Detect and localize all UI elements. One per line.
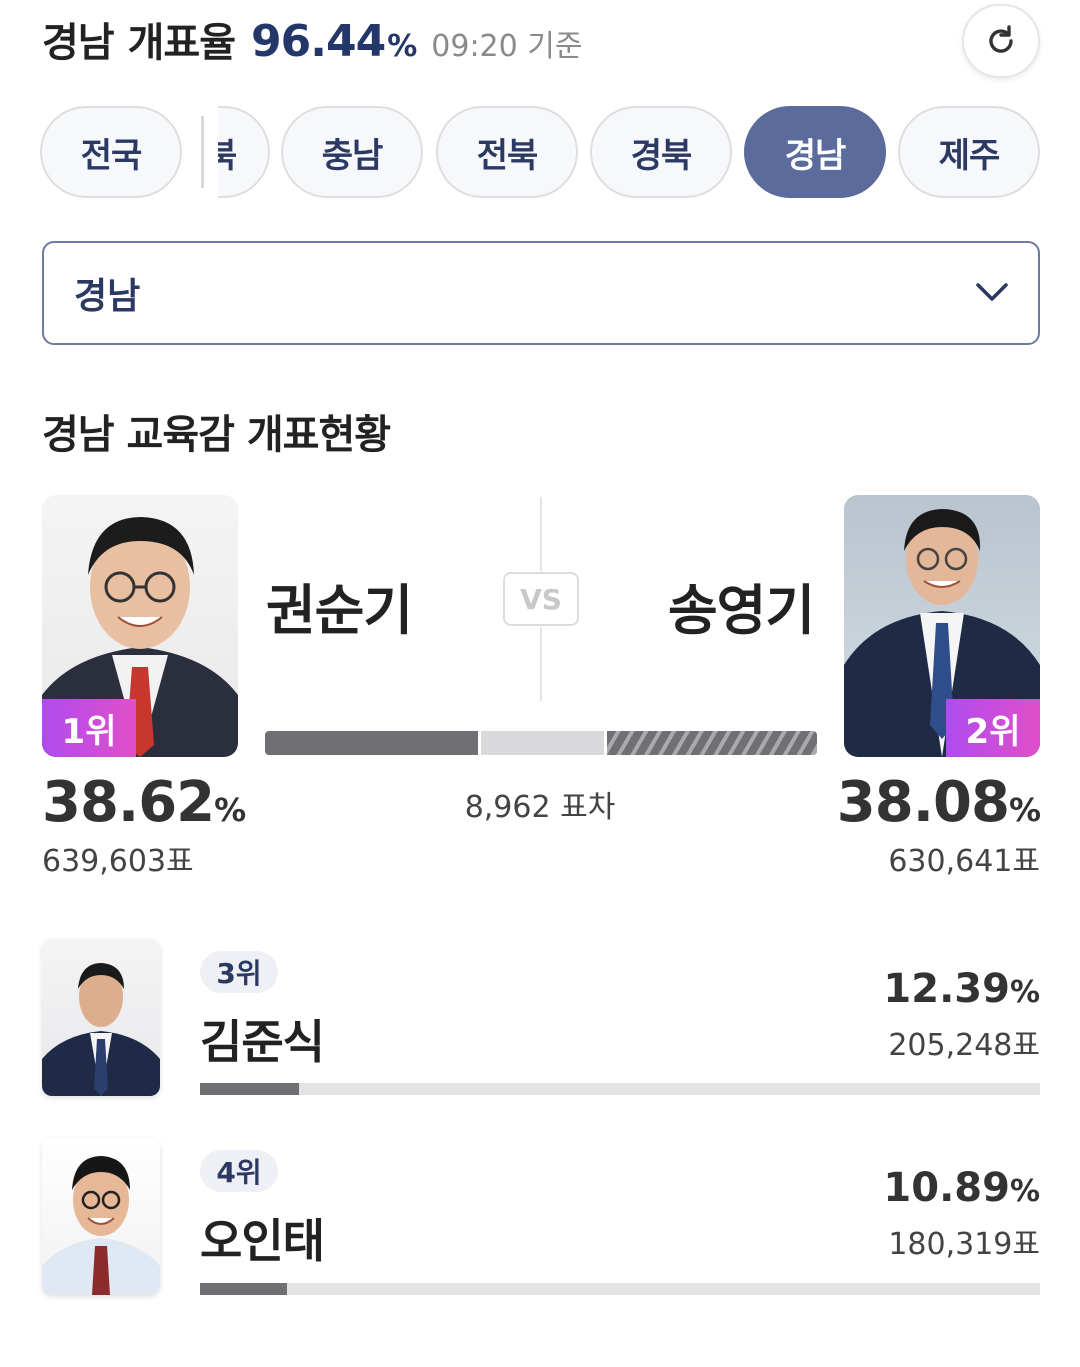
tab-label: 경남 bbox=[784, 135, 847, 176]
rank-badge: 4위 bbox=[200, 1150, 278, 1192]
candidate-2-votes: 630,641표 bbox=[888, 844, 1040, 879]
candidate-3-portrait bbox=[42, 963, 160, 1096]
candidate-4-votes: 180,319표 bbox=[888, 1227, 1040, 1262]
candidate-4-name: 오인태 bbox=[200, 1214, 325, 1268]
section-title: 경남 교육감 개표현황 bbox=[42, 412, 391, 458]
tab-region-gyeongnam[interactable]: 경남 bbox=[744, 106, 886, 198]
refresh-button[interactable] bbox=[962, 4, 1040, 78]
header-region: 경남 bbox=[42, 20, 115, 66]
candidate-3-percent: 12.39% bbox=[883, 966, 1040, 1012]
candidate-1-share-segment bbox=[265, 731, 478, 755]
tab-label: 제주 bbox=[938, 135, 1001, 176]
candidate-1-percent: 38.62% bbox=[42, 770, 246, 835]
district-select[interactable]: 경남 bbox=[42, 241, 1040, 345]
tab-region-national[interactable]: 전국 bbox=[40, 106, 182, 198]
percent-unit: % bbox=[1008, 791, 1041, 829]
candidate-4-photo bbox=[42, 1138, 160, 1295]
chevron-down-icon bbox=[976, 283, 1008, 301]
update-time: 09:20 기준 bbox=[431, 29, 583, 64]
candidate-1-votes: 639,603표 bbox=[42, 844, 194, 879]
refresh-icon bbox=[989, 25, 1013, 53]
rank-badge: 1위 bbox=[42, 699, 136, 757]
rank-badge: 2위 bbox=[946, 699, 1040, 757]
candidate-2-photo: 2위 bbox=[844, 495, 1040, 757]
tab-region-partial[interactable]: 북 bbox=[218, 106, 270, 198]
tab-label: 충남 bbox=[321, 135, 384, 176]
candidate-3-photo bbox=[42, 939, 160, 1096]
vs-badge: VS bbox=[503, 572, 579, 626]
candidate-4-share-fill bbox=[200, 1283, 287, 1295]
vote-share-bar bbox=[265, 731, 817, 755]
tab-region-jeju[interactable]: 제주 bbox=[898, 106, 1040, 198]
vote-difference: 8,962 표차 bbox=[464, 790, 616, 825]
candidate-3-share-bar bbox=[200, 1083, 1040, 1095]
candidate-3-share-fill bbox=[200, 1083, 299, 1095]
percent-value: 12.39 bbox=[883, 966, 1010, 1012]
candidate-4-percent: 10.89% bbox=[883, 1165, 1040, 1211]
count-rate-value: 96.44 bbox=[251, 16, 386, 67]
percent-unit: % bbox=[1009, 1174, 1040, 1209]
others-share-segment bbox=[481, 731, 604, 755]
candidate-2-percent: 38.08% bbox=[836, 770, 1041, 835]
candidate-4-share-bar bbox=[200, 1283, 1040, 1295]
tab-scroll-divider bbox=[201, 116, 204, 188]
percent-value: 10.89 bbox=[883, 1165, 1010, 1211]
tab-label: 전국 bbox=[80, 135, 143, 176]
percent-unit: % bbox=[214, 791, 246, 829]
tab-label: 경북 bbox=[630, 135, 693, 176]
candidate-3-votes: 205,248표 bbox=[888, 1028, 1040, 1063]
candidate-1-photo: 1위 bbox=[42, 495, 238, 757]
percent-unit: % bbox=[1009, 975, 1040, 1010]
candidate-1-name: 권순기 bbox=[266, 579, 413, 642]
candidate-4-portrait bbox=[42, 1156, 160, 1295]
candidate-2-share-segment bbox=[607, 731, 817, 755]
percent-value: 38.08 bbox=[836, 770, 1010, 835]
vs-divider-bottom bbox=[540, 627, 542, 701]
candidate-2-name: 송영기 bbox=[668, 579, 815, 642]
rank-badge: 3위 bbox=[200, 951, 278, 993]
count-rate-unit: % bbox=[387, 29, 418, 64]
turnout-header: 경남 개표율 96.44 % 09:20 기준 bbox=[42, 10, 582, 70]
tab-label: 전북 bbox=[476, 135, 539, 176]
district-select-value: 경남 bbox=[74, 276, 141, 317]
tab-region-chungnam[interactable]: 충남 bbox=[281, 106, 423, 198]
percent-value: 38.62 bbox=[42, 770, 215, 835]
vs-divider-top bbox=[540, 497, 542, 571]
election-results-page: 경남 개표율 96.44 % 09:20 기준 전국 북 충남 전북 경북 경남… bbox=[0, 0, 1080, 1367]
tab-label: 북 bbox=[218, 128, 237, 177]
candidate-3-name: 김준식 bbox=[200, 1015, 325, 1069]
header-label: 개표율 bbox=[127, 20, 236, 66]
tab-region-gyeongbuk[interactable]: 경북 bbox=[590, 106, 732, 198]
tab-region-jeonbuk[interactable]: 전북 bbox=[436, 106, 578, 198]
